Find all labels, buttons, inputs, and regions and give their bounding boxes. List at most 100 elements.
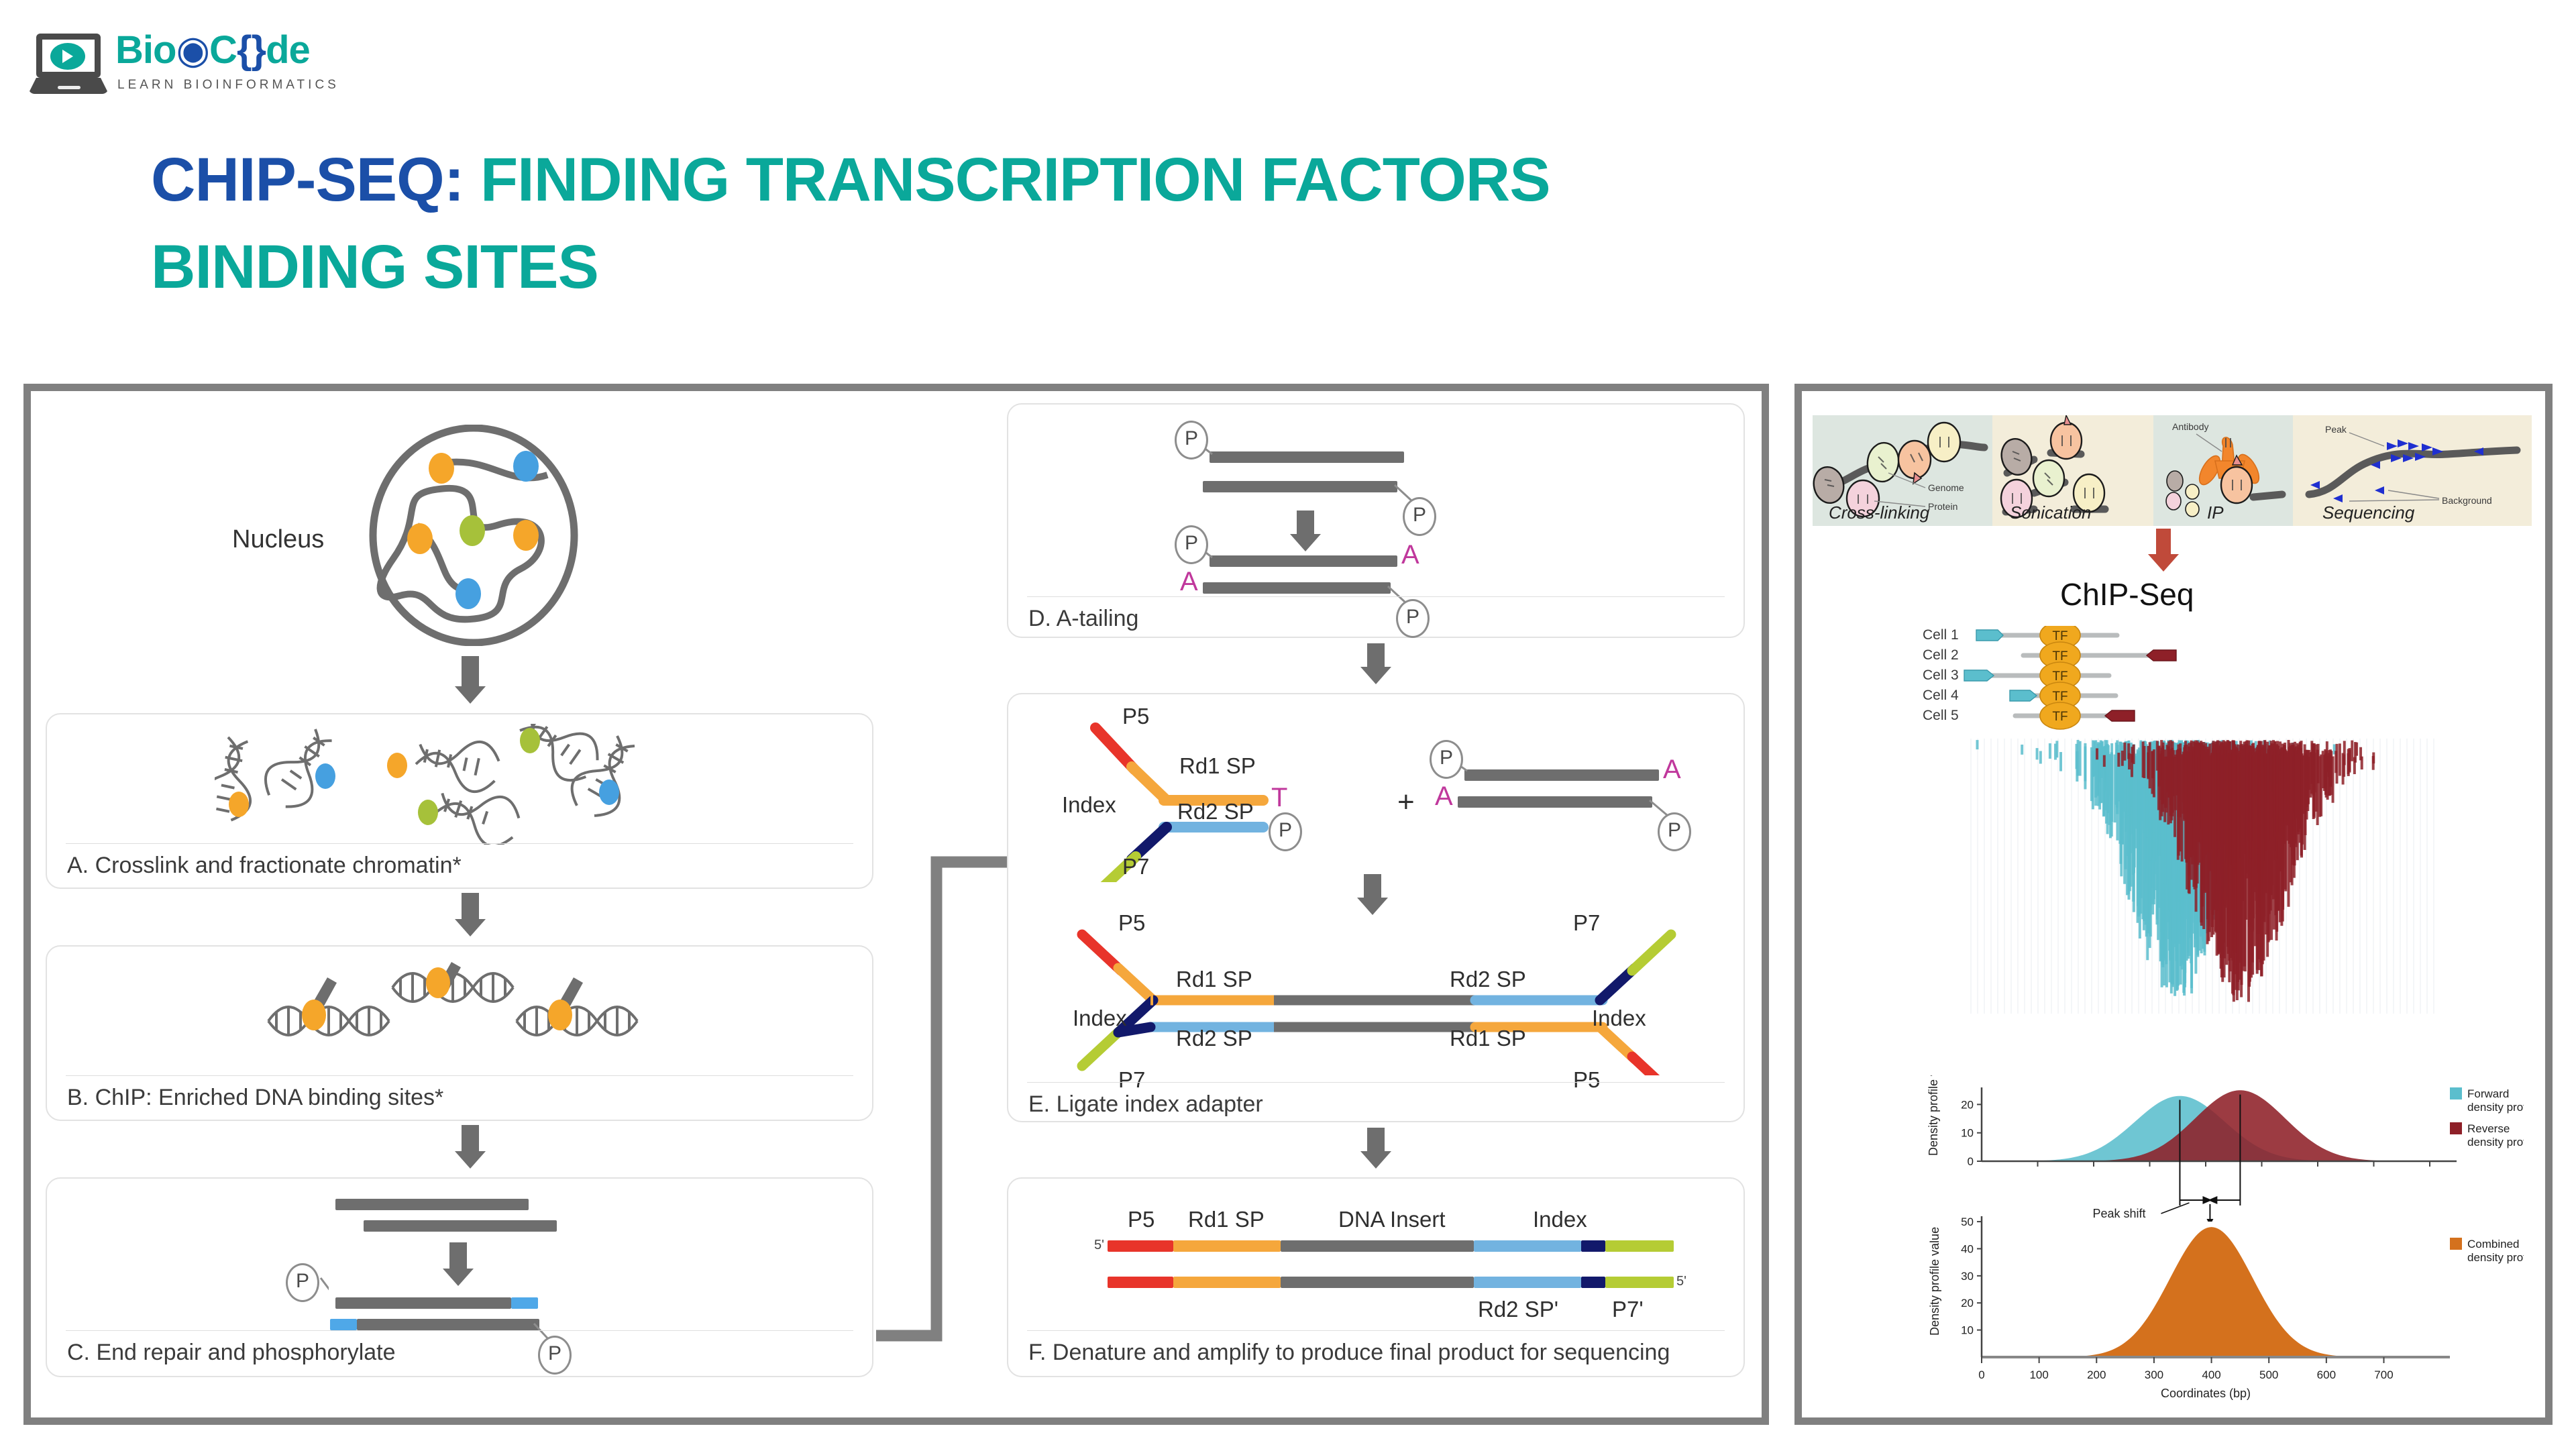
svg-text:200: 200 [2087,1368,2106,1381]
svg-text:Forward: Forward [2467,1087,2509,1100]
step-caption-a: A. Crosslink and fractionate chromatin* [67,853,462,878]
logo-bio: Bio [115,28,176,72]
svg-text:Density profile value: Density profile value [1927,1075,1940,1156]
step-caption-c: C. End repair and phosphorylate [67,1340,396,1365]
step-card-a: A. Crosslink and fractionate chromatin* [46,713,873,889]
ligated-product-diagram [1077,929,1676,1075]
e2-label-index-right: Index [1592,1006,1646,1030]
d-phosphate-top2: P [1175,525,1208,564]
svg-text:600: 600 [2317,1368,2336,1381]
read-pileup-plot [1967,739,2442,1014]
f-top-rd2 [1474,1240,1581,1252]
laptop-icon [28,34,109,94]
arrow-c-internal [449,1242,467,1271]
svg-text:400: 400 [2202,1368,2220,1381]
nucleus-label: Nucleus [232,525,325,553]
e-label-index: Index [1062,792,1116,817]
svg-text:TF: TF [2052,690,2068,704]
d-phosphate-top: P [1175,421,1208,460]
cells-diagram: Cell 1 Cell 2 Cell 3 Cell 4 Cell 5 TF TF… [1923,621,2406,733]
svg-text:10: 10 [1961,1127,1974,1140]
e2-label-rd2-left: Rd2 SP [1176,1026,1252,1051]
e2-label-rd1-right: Rd1 SP [1450,1026,1526,1051]
strip-label-sequencing: Sequencing [2322,502,2415,523]
e2-label-p5-left: P5 [1118,910,1146,935]
arrowhead-d-to-e [1360,667,1391,684]
chipseq-overview-container: Genome Protein Antibody Peak Background … [1794,384,2553,1425]
step-card-b: B. ChIP: Enriched DNA binding sites* [46,945,873,1121]
f-bot-insert [1281,1277,1474,1288]
f-bot-rd1 [1173,1277,1281,1288]
page-title: CHIP-SEQ: FINDING TRANSCRIPTION FACTORS … [151,149,2432,298]
svg-text:density profile: density profile [2467,1251,2524,1264]
play-triangle-icon [62,50,73,63]
arrowhead-e-internal [1357,898,1388,915]
arrowhead-nucleus-to-a [455,686,486,704]
svg-text:30: 30 [1961,1270,1974,1283]
svg-text:TF: TF [2052,669,2068,684]
e2-label-rd1-left: Rd1 SP [1176,967,1252,991]
title-prefix: CHIP-SEQ: [151,146,464,214]
svg-text:Cell 3: Cell 3 [1923,667,1959,683]
logo-braces-icon: {} [236,28,266,72]
step-caption-e: E. Ligate index adapter [1028,1091,1263,1117]
combined-density-chart: 10 20 30 40 50 0 100 200 300 400 500 600 700 Density … [1920,1204,2538,1409]
svg-text:Antibody: Antibody [2172,421,2208,432]
d-adenine-left: A [1180,567,1198,596]
svg-text:Combined: Combined [2467,1238,2520,1250]
svg-text:Cell 5: Cell 5 [1923,708,1959,723]
svg-text:TF: TF [2052,629,2068,643]
repaired-strand-top [335,1297,511,1309]
e-label-p5: P5 [1122,704,1150,729]
svg-text:Cell 2: Cell 2 [1923,647,1959,663]
svg-text:50: 50 [1961,1216,1974,1228]
chipseq-title: ChIP-Seq [2060,577,2194,612]
e2-label-index-left: Index [1073,1006,1127,1030]
f-top-rd1 [1173,1240,1281,1252]
svg-text:300: 300 [2145,1368,2163,1381]
arrow-nucleus-to-a [462,656,479,688]
f-top-p7 [1605,1240,1674,1252]
logo-wordmark: Bio◉C{}de [115,28,311,72]
e-label-rd1: Rd1 SP [1179,753,1256,778]
svg-text:density profile: density profile [2467,1136,2524,1148]
e2-label-p7-right: P7 [1573,910,1601,935]
e-insert-bot [1458,796,1652,808]
arrow-strip-to-chipseq [2148,529,2179,572]
svg-text:40: 40 [1961,1242,1974,1255]
f-top-p5 [1108,1240,1173,1252]
svg-text:500: 500 [2259,1368,2278,1381]
arrowhead-e-to-f [1360,1151,1391,1169]
strip-label-crosslinking: Cross-linking [1829,502,1930,523]
f-bot-p5 [1108,1277,1173,1288]
f-label-rd1: Rd1 SP [1188,1207,1265,1232]
e-insert-phosphate-left: P [1430,740,1463,779]
card-c-rule [66,1330,853,1331]
d-adenine-right: A [1401,540,1419,570]
logo-c: C [209,28,237,72]
e-label-rd2: Rd2 SP [1177,799,1254,824]
d-strand-top-2 [1203,481,1397,492]
e-plus-symbol: + [1397,786,1415,818]
svg-text:0: 0 [1978,1368,1984,1381]
f-label-rd2p: Rd2 SP' [1478,1297,1559,1322]
svg-text:Cell 1: Cell 1 [1923,627,1959,643]
f-top-index [1581,1240,1605,1252]
card-f-rule [1027,1330,1725,1331]
arrow-b-to-c [462,1125,479,1153]
fragment-strand-top-2 [364,1220,557,1232]
step-caption-d: D. A-tailing [1028,606,1139,631]
d-tailed-top [1210,555,1397,567]
arrow-d-internal [1297,511,1314,536]
step-caption-b: B. ChIP: Enriched DNA binding sites* [67,1085,444,1110]
nucleus-diagram [353,424,594,647]
f-label-index: Index [1533,1207,1587,1232]
arrow-e-to-f [1367,1128,1385,1153]
f-five-prime-top: 5' [1094,1238,1104,1252]
card-e-rule [1027,1082,1725,1083]
strip-label-ip: IP [2207,502,2224,523]
chipseq-strip: Genome Protein Antibody Peak Background … [1813,415,2532,526]
f-label-insert: DNA Insert [1338,1207,1446,1232]
e-label-p7: P7 [1122,854,1150,879]
svg-text:Peak: Peak [2325,424,2347,435]
